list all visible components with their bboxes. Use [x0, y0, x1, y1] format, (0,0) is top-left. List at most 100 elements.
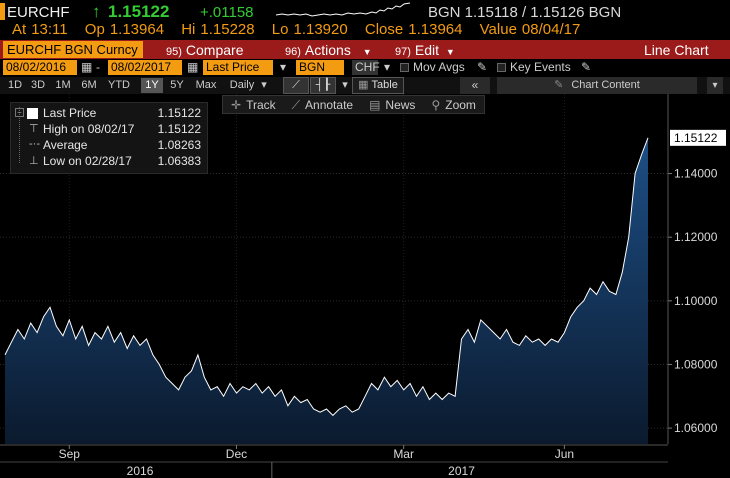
at-label: At	[12, 21, 27, 38]
chart-content-dropdown-icon[interactable]: ▾	[707, 77, 723, 94]
end-calendar-icon[interactable]: ▦	[184, 60, 201, 75]
high-value: 1.15228	[200, 21, 255, 38]
average-line-icon: -·-	[29, 138, 40, 150]
currency-field[interactable]: CHF	[352, 60, 380, 75]
actions-dropdown-icon: ▼	[362, 47, 372, 57]
range-max[interactable]: Max	[192, 78, 220, 93]
zoom-tool[interactable]: ⚲ Zoom	[423, 96, 483, 113]
track-label: Track	[246, 98, 276, 112]
mov-avgs-checkbox[interactable]	[400, 63, 409, 72]
start-date-field[interactable]: 08/02/2016	[3, 60, 77, 75]
legend-last-price-value: 1.15122	[157, 106, 201, 120]
price-area	[5, 137, 648, 445]
x-tick-label: Jun	[555, 447, 574, 461]
high-label: Hi	[181, 21, 196, 38]
close-label: Close	[364, 21, 404, 38]
chart-content-label: Chart Content	[571, 79, 640, 91]
range-ytd[interactable]: YTD	[104, 78, 134, 93]
news-label: News	[385, 98, 416, 112]
range-5y[interactable]: 5Y	[167, 78, 187, 93]
annotate-icon: ⟋	[291, 98, 301, 112]
key-events-toggle[interactable]: Key Events	[494, 60, 574, 75]
legend-low-label: Low on 02/28/17	[43, 154, 132, 168]
legend-high-value: 1.15122	[157, 122, 201, 136]
high-marker-icon: ⊤	[29, 123, 39, 135]
period-selector[interactable]: Daily	[226, 78, 258, 93]
key-events-checkbox[interactable]	[497, 63, 506, 72]
chart-style-dropdown-icon[interactable]: ▾	[338, 78, 352, 93]
end-date-field[interactable]: 08/02/2017	[108, 60, 182, 75]
range-1d[interactable]: 1D	[6, 78, 24, 93]
field-selector[interactable]: Last Price	[203, 60, 273, 75]
x-axis: Sep Dec Mar Jun 2016 2017	[0, 444, 668, 478]
collapse-icon[interactable]: −	[15, 108, 24, 117]
year-label: 2016	[127, 464, 154, 478]
news-tool[interactable]: ▤ News	[361, 96, 423, 113]
legend-high: ⊤ High on 08/02/17 1.15122	[11, 122, 209, 138]
edit-menu[interactable]: 97) Edit ▼	[395, 42, 455, 58]
table-label: Table	[371, 79, 398, 91]
compare-button[interactable]: 95) Compare	[166, 42, 244, 58]
security-title[interactable]: EURCHF BGN Curncy	[3, 41, 143, 58]
chart-type-label[interactable]: Line Chart	[644, 42, 709, 58]
track-tool[interactable]: ✛ Track	[223, 96, 284, 113]
bar-chart-icon[interactable]: ┤┠	[310, 77, 336, 94]
y-tick-label: 1.14000	[674, 167, 718, 181]
collapse-icon[interactable]: «	[460, 77, 490, 94]
chart-content-icon: ✎	[554, 79, 564, 91]
close-value: 1.13964	[408, 21, 463, 38]
legend-low-value: 1.06383	[157, 154, 201, 168]
source-field[interactable]: BGN	[296, 60, 344, 75]
compare-label: Compare	[185, 42, 244, 58]
ticker-symbol[interactable]: EURCHF	[7, 4, 70, 21]
key-events-label: Key Events	[510, 60, 571, 74]
chart-legend[interactable]: − Last Price 1.15122 ⊤ High on 08/02/17 …	[10, 102, 208, 174]
open-value: 1.13964	[109, 21, 165, 38]
table-button[interactable]: ▦ Table	[352, 77, 404, 94]
open-label: Op	[84, 21, 105, 38]
crosshair-icon: ✛	[231, 98, 242, 112]
range-1m[interactable]: 1M	[52, 78, 74, 93]
y-tick-label: 1.12000	[674, 230, 718, 244]
magnifier-icon: ⚲	[431, 98, 441, 112]
y-tick-label: 1.10000	[674, 294, 718, 308]
chart-toolbar: ✛ Track ⟋ Annotate ▤ News ⚲ Zoom	[222, 95, 485, 114]
quote-header: EURCHF ↑ 1.15122 +.01158 BGN 1.15118 / 1…	[0, 0, 730, 40]
range-1y[interactable]: 1Y	[141, 78, 163, 93]
legend-last-price-label: Last Price	[43, 106, 97, 120]
value-date: 08/04/17	[521, 21, 581, 38]
y-tick-label: 1.08000	[674, 357, 718, 371]
currency-dropdown-icon[interactable]: ▾	[381, 60, 393, 75]
low-value: 1.13920	[293, 21, 348, 38]
x-tick-label: Dec	[226, 447, 247, 461]
range-6m[interactable]: 6M	[78, 78, 100, 93]
actions-menu[interactable]: 96) Actions ▼	[285, 42, 372, 58]
annotate-tool[interactable]: ⟋ Annotate	[284, 96, 361, 113]
zoom-label: Zoom	[445, 98, 476, 112]
legend-last-price[interactable]: − Last Price 1.15122	[11, 106, 209, 122]
edit-label: Edit	[414, 42, 440, 58]
chart-content-menu[interactable]: ✎ Chart Content	[497, 77, 697, 94]
legend-average-label: Average	[43, 138, 88, 152]
annotate-label: Annotate	[305, 98, 354, 112]
bid-ask: BGN 1.15118 / 1.15126 BGN	[428, 4, 622, 21]
low-label: Lo	[271, 21, 289, 38]
line-chart-icon[interactable]: ⟋	[283, 77, 309, 94]
x-tick-label: Sep	[59, 447, 81, 461]
range-3d[interactable]: 3D	[29, 78, 47, 93]
series-color-swatch	[27, 108, 38, 119]
date-separator: -	[96, 60, 100, 74]
mov-avgs-toggle[interactable]: Mov Avgs	[397, 60, 468, 75]
legend-high-label: High on 08/02/17	[43, 122, 135, 136]
quote-details: At 13:11 Op 1.13964 Hi 1.15228 Lo 1.13920 Cl…	[12, 21, 593, 38]
key-events-edit-icon[interactable]: ✎	[578, 60, 594, 75]
low-marker-icon: ⊥	[29, 155, 39, 167]
settings-bar: 08/02/2016 ▦ - 08/02/2017 ▦ Last Price ▾…	[0, 59, 730, 77]
actions-label: Actions	[304, 42, 351, 58]
intraday-sparkline	[276, 2, 410, 17]
period-dropdown-icon[interactable]: ▾	[259, 78, 269, 93]
x-tick-label: Mar	[393, 447, 414, 461]
field-dropdown-icon[interactable]: ▾	[277, 60, 289, 75]
pencil-icon[interactable]: ✎	[474, 60, 490, 75]
range-bar: 1D 3D 1M 6M YTD 1Y 5Y Max Daily ▾ ⟋ ┤┠ ▾…	[0, 77, 730, 94]
